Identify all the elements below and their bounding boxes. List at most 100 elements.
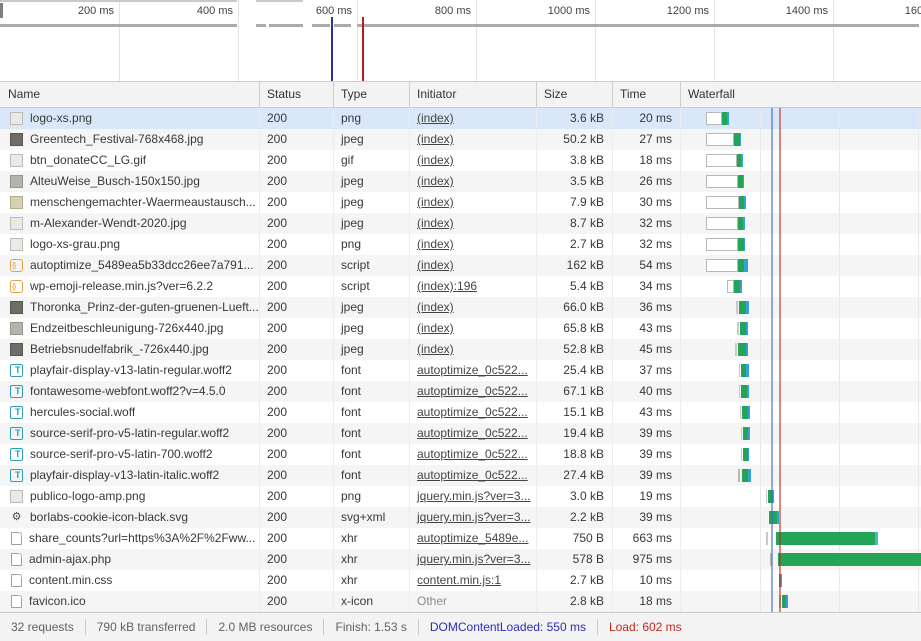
table-row[interactable]: Greentech_Festival-768x468.jpg200jpeg(in… (0, 129, 921, 150)
initiator-link[interactable]: (index) (417, 153, 454, 167)
waterfall-bar-blue (740, 280, 742, 293)
requests-table: logo-xs.png200png(index)3.6 kB20 msGreen… (0, 108, 921, 612)
initiator-link[interactable]: autoptimize_5489e... (417, 531, 528, 545)
column-header-time[interactable]: Time (612, 82, 680, 107)
waterfall-bar-blue (748, 448, 749, 461)
request-name: source-serif-pro-v5-latin-regular.woff2 (30, 423, 229, 444)
font-file-icon (10, 385, 23, 398)
initiator-link[interactable]: (index) (417, 174, 454, 188)
timeline-tick-label: 800 ms (435, 5, 476, 17)
size-cell: 3.5 kB (536, 171, 612, 192)
initiator-link[interactable]: (index) (417, 132, 454, 146)
table-row[interactable]: btn_donateCC_LG.gif200gif(index)3.8 kB18… (0, 150, 921, 171)
column-header-waterfall[interactable]: Waterfall (680, 82, 921, 107)
table-row[interactable]: Betriebsnudelfabrik_-726x440.jpg200jpeg(… (0, 339, 921, 360)
dom-content-loaded-line (331, 17, 333, 81)
waterfall-gridline (760, 171, 761, 192)
status-cell: 200 (259, 360, 333, 381)
table-row[interactable]: source-serif-pro-v5-latin-regular.woff22… (0, 423, 921, 444)
waterfall-bar-blue (743, 175, 744, 188)
initiator-link[interactable]: (index) (417, 321, 454, 335)
initiator-link[interactable]: autoptimize_0c522... (417, 468, 528, 482)
waterfall-bar-blue (746, 364, 749, 377)
initiator-link[interactable]: (index):196 (417, 279, 477, 293)
waterfall-gridline (760, 192, 761, 213)
initiator-link[interactable]: (index) (417, 216, 454, 230)
table-row[interactable]: fontawesome-webfont.woff2?v=4.5.0200font… (0, 381, 921, 402)
waterfall-cell (680, 276, 921, 297)
waterfall-cell (680, 150, 921, 171)
waterfall-gridline (760, 213, 761, 234)
waterfall-bar-teal (875, 532, 878, 545)
table-row[interactable]: logo-xs-grau.png200png(index)2.7 kB32 ms (0, 234, 921, 255)
request-name: autoptimize_5489ea5b33dcc26ee7a791... (30, 255, 254, 276)
table-row[interactable]: Thoronka_Prinz-der-guten-gruenen-Lueft..… (0, 297, 921, 318)
initiator-link[interactable]: autoptimize_0c522... (417, 384, 528, 398)
initiator-link[interactable]: autoptimize_0c522... (417, 405, 528, 419)
status-cell: 200 (259, 297, 333, 318)
table-row[interactable]: wp-emoji-release.min.js?ver=6.2.2200scri… (0, 276, 921, 297)
initiator-link[interactable]: jquery.min.js?ver=3... (417, 552, 531, 566)
timeline-tick-label: 200 ms (78, 5, 119, 17)
table-row[interactable]: autoptimize_5489ea5b33dcc26ee7a791...200… (0, 255, 921, 276)
initiator-link[interactable]: (index) (417, 237, 454, 251)
table-row[interactable]: m-Alexander-Wendt-2020.jpg200jpeg(index)… (0, 213, 921, 234)
table-row[interactable]: favicon.ico200x-iconOther2.8 kB18 ms (0, 591, 921, 612)
status-cell: 200 (259, 339, 333, 360)
column-header-status[interactable]: Status (259, 82, 333, 107)
waterfall-bar-blue (746, 322, 748, 335)
time-cell: 19 ms (612, 486, 680, 507)
load-event-line (779, 507, 781, 528)
time-cell: 32 ms (612, 213, 680, 234)
initiator-link[interactable]: jquery.min.js?ver=3... (417, 489, 531, 503)
column-header-type[interactable]: Type (333, 82, 409, 107)
table-row[interactable]: source-serif-pro-v5-latin-700.woff2200fo… (0, 444, 921, 465)
initiator-link[interactable]: autoptimize_0c522... (417, 447, 528, 461)
network-overview[interactable]: 200 ms400 ms600 ms800 ms1000 ms1200 ms14… (0, 0, 921, 82)
table-row[interactable]: admin-ajax.php200xhrjquery.min.js?ver=3.… (0, 549, 921, 570)
table-row[interactable]: content.min.css200xhrcontent.min.js:12.7… (0, 570, 921, 591)
table-row[interactable]: menschengemachter-Waermeaustausch...200j… (0, 192, 921, 213)
column-header-size[interactable]: Size (536, 82, 612, 107)
initiator-link[interactable]: (index) (417, 342, 454, 356)
waterfall-gridline (839, 402, 840, 423)
time-cell: 45 ms (612, 339, 680, 360)
overview-drag-handle[interactable] (0, 3, 3, 18)
waterfall-cell (680, 171, 921, 192)
table-row[interactable]: Endzeitbeschleunigung-726x440.jpg200jpeg… (0, 318, 921, 339)
column-header-name[interactable]: Name (0, 82, 259, 107)
waterfall-gridline (839, 234, 840, 255)
initiator-link[interactable]: (index) (417, 300, 454, 314)
time-cell: 30 ms (612, 192, 680, 213)
status-cell: 200 (259, 486, 333, 507)
waterfall-cell (680, 234, 921, 255)
initiator-cell: (index) (409, 297, 536, 318)
table-row[interactable]: playfair-display-v13-latin-regular.woff2… (0, 360, 921, 381)
table-row[interactable]: logo-xs.png200png(index)3.6 kB20 ms (0, 108, 921, 129)
font-file-icon (10, 406, 23, 419)
load-event-line (362, 17, 364, 81)
initiator-link[interactable]: autoptimize_0c522... (417, 363, 528, 377)
load-event-line (779, 255, 781, 276)
load-event-line (779, 528, 781, 549)
table-row[interactable]: playfair-display-v13-latin-italic.woff22… (0, 465, 921, 486)
table-row[interactable]: AlteuWeise_Busch-150x150.jpg200jpeg(inde… (0, 171, 921, 192)
status-cell: 200 (259, 108, 333, 129)
name-cell: logo-xs.png (0, 108, 259, 129)
initiator-link[interactable]: content.min.js:1 (417, 573, 501, 587)
table-row[interactable]: borlabs-cookie-icon-black.svg200svg+xmlj… (0, 507, 921, 528)
column-header-initiator[interactable]: Initiator (409, 82, 536, 107)
waterfall-gridline (760, 360, 761, 381)
document-icon (11, 553, 22, 566)
initiator-link[interactable]: autoptimize_0c522... (417, 426, 528, 440)
type-cell: png (333, 234, 409, 255)
initiator-link[interactable]: (index) (417, 195, 454, 209)
status-cell: 200 (259, 213, 333, 234)
table-row[interactable]: publico-logo-amp.png200pngjquery.min.js?… (0, 486, 921, 507)
initiator-link[interactable]: jquery.min.js?ver=3... (417, 510, 531, 524)
table-row[interactable]: share_counts?url=https%3A%2F%2Fww...200x… (0, 528, 921, 549)
initiator-link[interactable]: (index) (417, 111, 454, 125)
table-row[interactable]: hercules-social.woff200fontautoptimize_0… (0, 402, 921, 423)
initiator-link[interactable]: (index) (417, 258, 454, 272)
size-cell: 27.4 kB (536, 465, 612, 486)
